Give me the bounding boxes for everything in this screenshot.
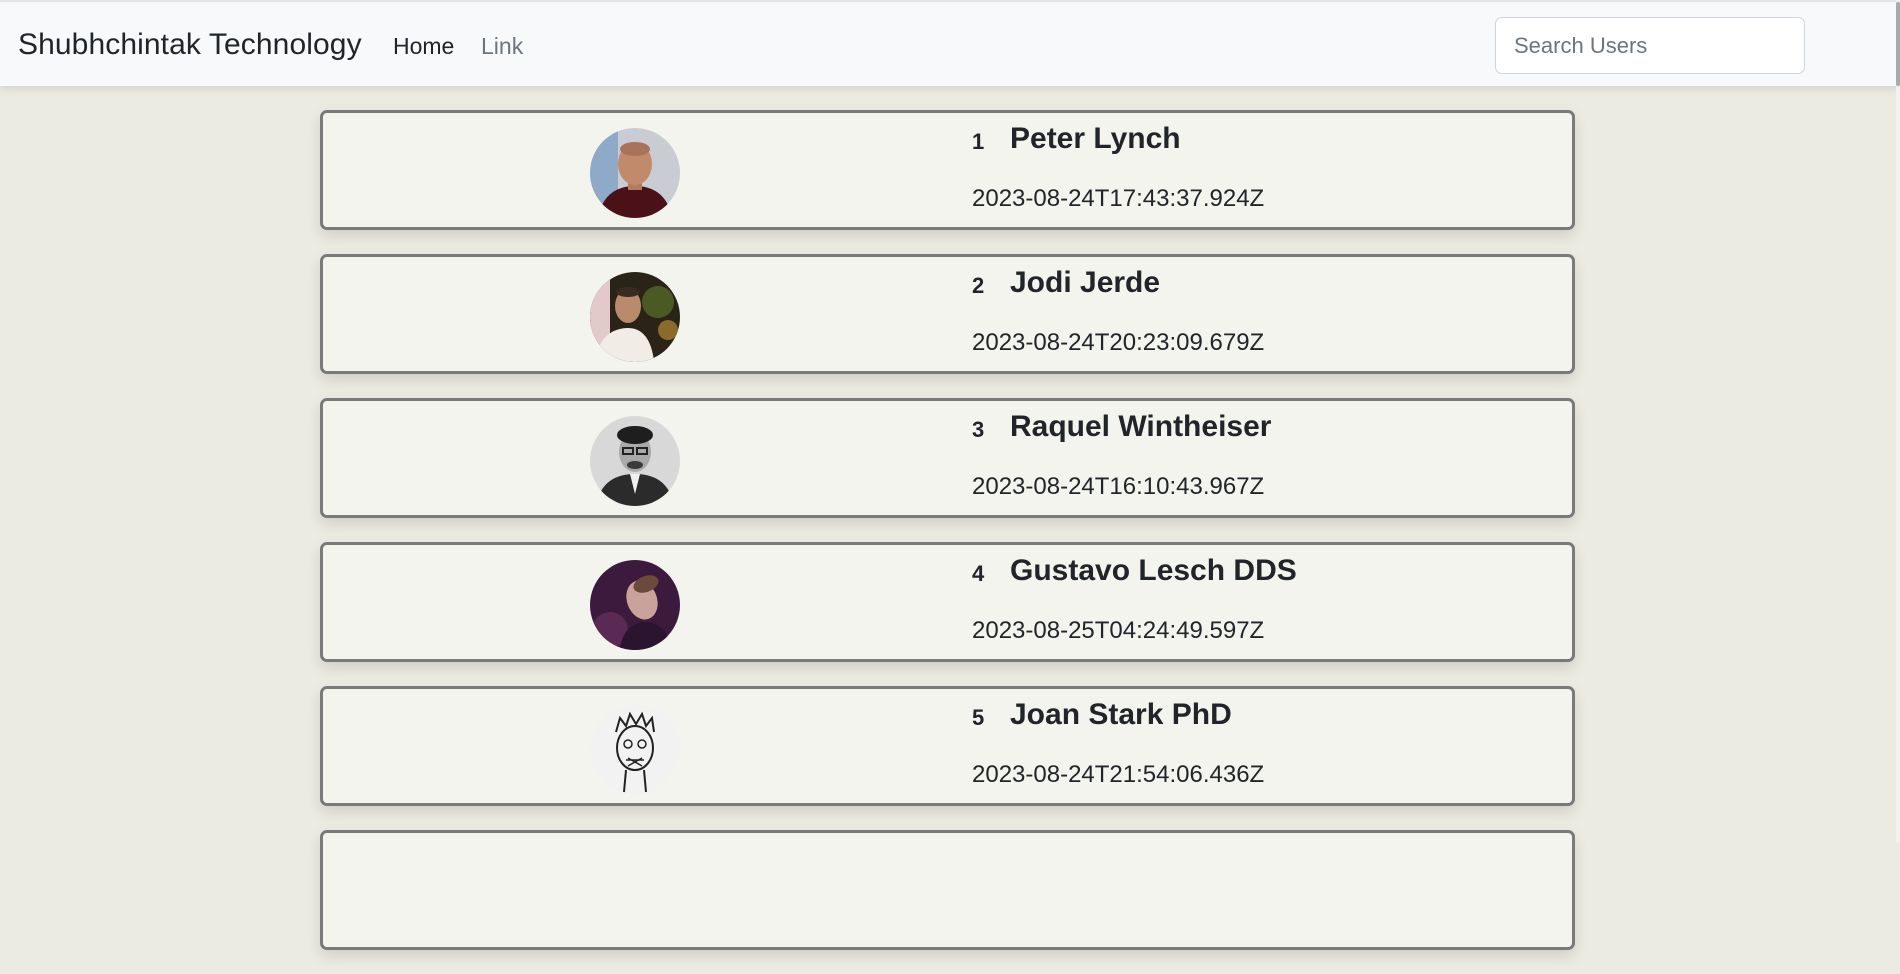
user-avatar [590,560,680,650]
user-created-date: 2023-08-24T17:43:37.924Z [972,185,1265,212]
user-card[interactable]: 5 Joan Stark PhD 2023-08-24T21:54:06.436… [320,686,1575,806]
user-index: 1 [972,129,985,154]
user-card[interactable]: 4 Gustavo Lesch DDS 2023-08-25T04:24:49.… [320,542,1575,662]
nav-link-home[interactable]: Home [393,33,454,60]
user-avatar [590,704,680,794]
user-index: 4 [972,561,985,586]
user-name: Joan Stark PhD [1010,698,1232,731]
user-avatar [590,272,680,362]
user-index: 5 [972,705,985,730]
user-list: 1 Peter Lynch 2023-08-24T17:43:37.924Z 2… [320,110,1575,974]
user-created-date: 2023-08-24T21:54:06.436Z [972,761,1265,788]
user-name: Jodi Jerde [1010,266,1161,299]
user-name: Raquel Wintheiser [1010,410,1272,443]
navbar: Shubhchintak Technology Home Link [0,0,1900,86]
user-created-date: 2023-08-24T20:23:09.679Z [972,329,1265,356]
scrollbar-thumb[interactable] [1896,2,1900,86]
user-card[interactable]: 3 Raquel Wintheiser 2023-08-24T16:10:43.… [320,398,1575,518]
user-card[interactable]: 1 Peter Lynch 2023-08-24T17:43:37.924Z [320,110,1575,230]
nav-link-link[interactable]: Link [481,33,523,60]
user-created-date: 2023-08-24T16:10:43.967Z [972,473,1265,500]
page-scrollbar[interactable] [1896,0,1900,843]
user-avatar [590,128,680,218]
user-card[interactable]: 2 Jodi Jerde 2023-08-24T20:23:09.679Z [320,254,1575,374]
user-card[interactable] [320,830,1575,950]
navbar-brand[interactable]: Shubhchintak Technology [18,28,362,62]
user-index: 3 [972,417,985,442]
user-avatar [590,416,680,506]
user-created-date: 2023-08-25T04:24:49.597Z [972,617,1265,644]
user-name: Gustavo Lesch DDS [1010,554,1297,587]
search-users-input[interactable] [1495,17,1805,74]
user-index: 2 [972,273,985,298]
user-name: Peter Lynch [1010,122,1181,155]
